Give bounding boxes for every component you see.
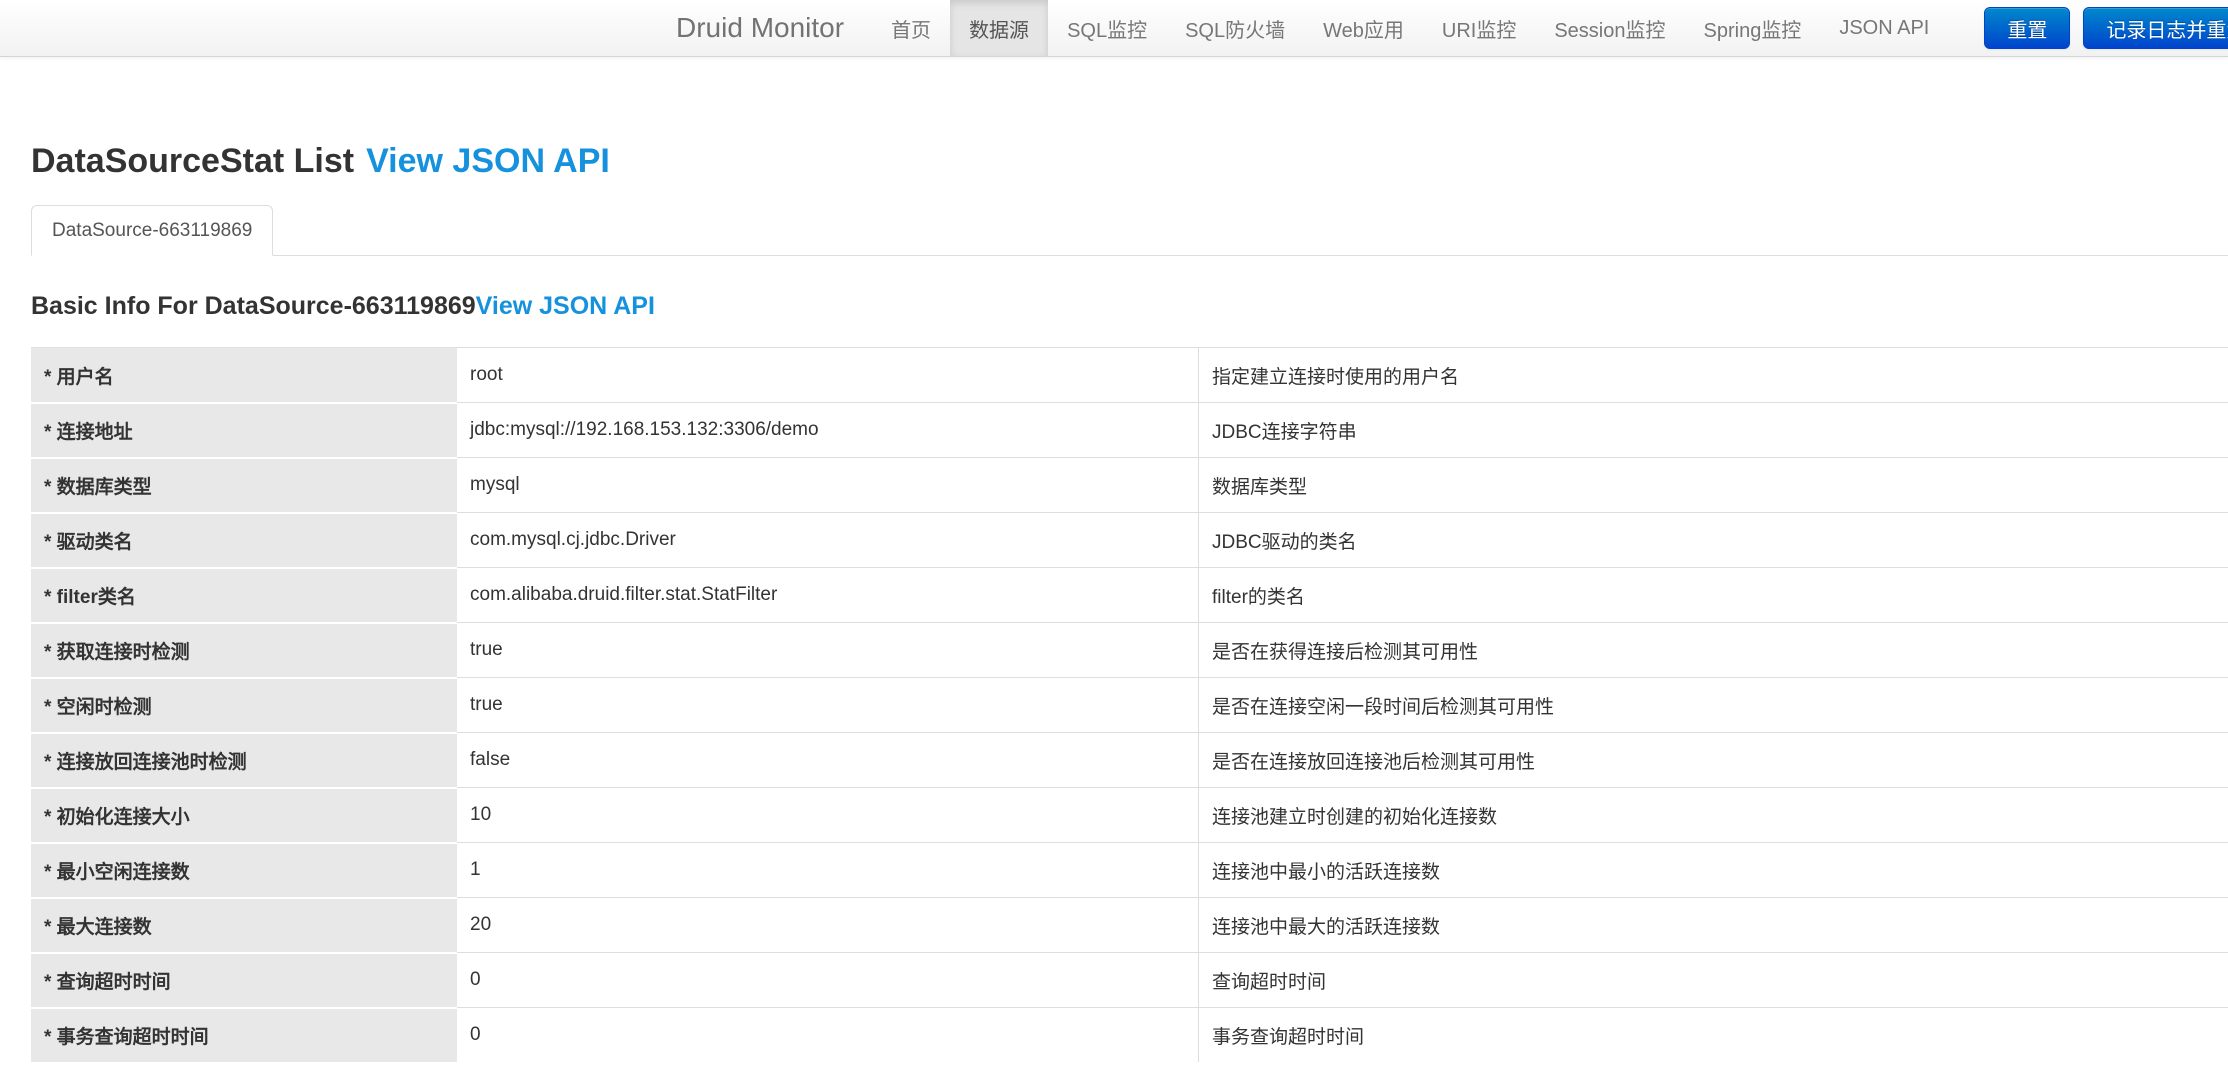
test-while-idle-desc-cell: 是否在连接空闲一段时间后检测其可用性 bbox=[1198, 677, 2228, 733]
username-value-cell: root bbox=[457, 347, 1198, 402]
initial-size-desc-cell: 连接池建立时创建的初始化连接数 bbox=[1198, 787, 2228, 843]
tx-query-timeout-label-cell: * 事务查询超时时间 bbox=[31, 1007, 457, 1063]
nav-item-sql-wall[interactable]: SQL防火墙 bbox=[1166, 0, 1304, 56]
table-row-driver-class: * 驱动类名 com.mysql.cj.jdbc.Driver JDBC驱动的类名 bbox=[31, 512, 2228, 568]
initial-size-label-cell: * 初始化连接大小 bbox=[31, 787, 457, 843]
brand-link[interactable]: Druid Monitor bbox=[676, 0, 872, 56]
filter-class-value-cell: com.alibaba.druid.filter.stat.StatFilter bbox=[457, 567, 1198, 622]
table-row-test-while-idle: * 空闲时检测 true 是否在连接空闲一段时间后检测其可用性 bbox=[31, 677, 2228, 733]
nav-item-spring[interactable]: Spring监控 bbox=[1685, 0, 1821, 56]
test-on-return-value-cell: false bbox=[457, 732, 1198, 787]
table-row-jdbc-url: * 连接地址 jdbc:mysql://192.168.153.132:3306/… bbox=[31, 402, 2228, 458]
min-idle-desc-cell: 连接池中最小的活跃连接数 bbox=[1198, 842, 2228, 898]
test-on-borrow-label-cell: * 获取连接时检测 bbox=[31, 622, 457, 678]
test-while-idle-value-cell: true bbox=[457, 677, 1198, 732]
table-row-query-timeout: * 查询超时时间 0 查询超时时间 bbox=[31, 952, 2228, 1008]
query-timeout-value-cell: 0 bbox=[457, 952, 1198, 1007]
nav-item-datasource[interactable]: 数据源 bbox=[950, 0, 1049, 56]
table-row-max-active: * 最大连接数 20 连接池中最大的活跃连接数 bbox=[31, 897, 2228, 953]
driver-class-desc-cell: JDBC驱动的类名 bbox=[1198, 512, 2228, 568]
basic-info-table-body: * 用户名 root 指定建立连接时使用的用户名 * 连接地址 jdbc:mysql:/… bbox=[31, 347, 2228, 1063]
section-heading: Basic Info For DataSource-663119869View … bbox=[31, 292, 2228, 321]
reset-button[interactable]: 重置 bbox=[1984, 7, 2071, 49]
tab-datasource-663119869[interactable]: DataSource-663119869 bbox=[31, 205, 274, 257]
table-row-filter-class: * filter类名 com.alibaba.druid.filter.stat.… bbox=[31, 567, 2228, 623]
nav-item-sql[interactable]: SQL监控 bbox=[1048, 0, 1166, 56]
table-row-test-on-return: * 连接放回连接池时检测 false 是否在连接放回连接池后检测其可用性 bbox=[31, 732, 2228, 788]
jdbc-url-value-cell: jdbc:mysql://192.168.153.132:3306/demo bbox=[457, 402, 1198, 457]
db-type-value-cell: mysql bbox=[457, 457, 1198, 512]
test-on-borrow-desc-cell: 是否在获得连接后检测其可用性 bbox=[1198, 622, 2228, 678]
table-row-initial-size: * 初始化连接大小 10 连接池建立时创建的初始化连接数 bbox=[31, 787, 2228, 843]
test-while-idle-label-cell: * 空闲时检测 bbox=[31, 677, 457, 733]
section-heading-text: Basic Info For DataSource-663119869 bbox=[31, 292, 476, 321]
datasource-tabs: DataSource-663119869 bbox=[31, 205, 2228, 257]
test-on-return-desc-cell: 是否在连接放回连接池后检测其可用性 bbox=[1198, 732, 2228, 788]
min-idle-value-cell: 1 bbox=[457, 842, 1198, 897]
table-row-test-on-borrow: * 获取连接时检测 true 是否在获得连接后检测其可用性 bbox=[31, 622, 2228, 678]
query-timeout-label-cell: * 查询超时时间 bbox=[31, 952, 457, 1008]
log-and-reset-button[interactable]: 记录日志并重置 bbox=[2083, 7, 2228, 49]
nav-item-uri[interactable]: URI监控 bbox=[1423, 0, 1535, 56]
nav-item-webapp[interactable]: Web应用 bbox=[1304, 0, 1423, 56]
max-active-label-cell: * 最大连接数 bbox=[31, 897, 457, 953]
basic-info-table: * 用户名 root 指定建立连接时使用的用户名 * 连接地址 jdbc:mysql:/… bbox=[31, 347, 2228, 1063]
table-row-tx-query-timeout: * 事务查询超时时间 0 事务查询超时时间 bbox=[31, 1007, 2228, 1063]
max-active-desc-cell: 连接池中最大的活跃连接数 bbox=[1198, 897, 2228, 953]
nav-item-json-api[interactable]: JSON API bbox=[1820, 0, 1948, 56]
navbar: Druid Monitor 首页 数据源 SQL监控 SQL防火墙 Web应用 URI监控… bbox=[0, 0, 2228, 57]
section-view-json-api-link[interactable]: View JSON API bbox=[476, 292, 655, 320]
table-row-db-type: * 数据库类型 mysql 数据库类型 bbox=[31, 457, 2228, 513]
filter-class-label-cell: * filter类名 bbox=[31, 567, 457, 623]
query-timeout-desc-cell: 查询超时时间 bbox=[1198, 952, 2228, 1008]
nav-item-home[interactable]: 首页 bbox=[872, 0, 950, 56]
filter-class-desc-cell: filter的类名 bbox=[1198, 567, 2228, 623]
tx-query-timeout-value-cell: 0 bbox=[457, 1007, 1198, 1062]
max-active-value-cell: 20 bbox=[457, 897, 1198, 952]
page-title-text: DataSourceStat List bbox=[31, 142, 355, 180]
db-type-desc-cell: 数据库类型 bbox=[1198, 457, 2228, 513]
db-type-label-cell: * 数据库类型 bbox=[31, 457, 457, 513]
initial-size-value-cell: 10 bbox=[457, 787, 1198, 842]
table-row-username: * 用户名 root 指定建立连接时使用的用户名 bbox=[31, 347, 2228, 403]
test-on-return-label-cell: * 连接放回连接池时检测 bbox=[31, 732, 457, 788]
page-title: DataSourceStat List View JSON API bbox=[31, 142, 2228, 180]
navbar-menu: 首页 数据源 SQL监控 SQL防火墙 Web应用 URI监控 Session监控 Sprin… bbox=[872, 0, 1948, 56]
view-json-api-link[interactable]: View JSON API bbox=[366, 142, 610, 180]
table-row-min-idle: * 最小空闲连接数 1 连接池中最小的活跃连接数 bbox=[31, 842, 2228, 898]
navbar-buttons: 重置 记录日志并重置 bbox=[1984, 0, 2228, 56]
test-on-borrow-value-cell: true bbox=[457, 622, 1198, 677]
username-label-cell: * 用户名 bbox=[31, 347, 457, 403]
tx-query-timeout-desc-cell: 事务查询超时时间 bbox=[1198, 1007, 2228, 1063]
min-idle-label-cell: * 最小空闲连接数 bbox=[31, 842, 457, 898]
jdbc-url-desc-cell: JDBC连接字符串 bbox=[1198, 402, 2228, 458]
jdbc-url-label-cell: * 连接地址 bbox=[31, 402, 457, 458]
driver-class-value-cell: com.mysql.cj.jdbc.Driver bbox=[457, 512, 1198, 567]
username-desc-cell: 指定建立连接时使用的用户名 bbox=[1198, 347, 2228, 403]
driver-class-label-cell: * 驱动类名 bbox=[31, 512, 457, 568]
nav-item-session[interactable]: Session监控 bbox=[1535, 0, 1684, 56]
